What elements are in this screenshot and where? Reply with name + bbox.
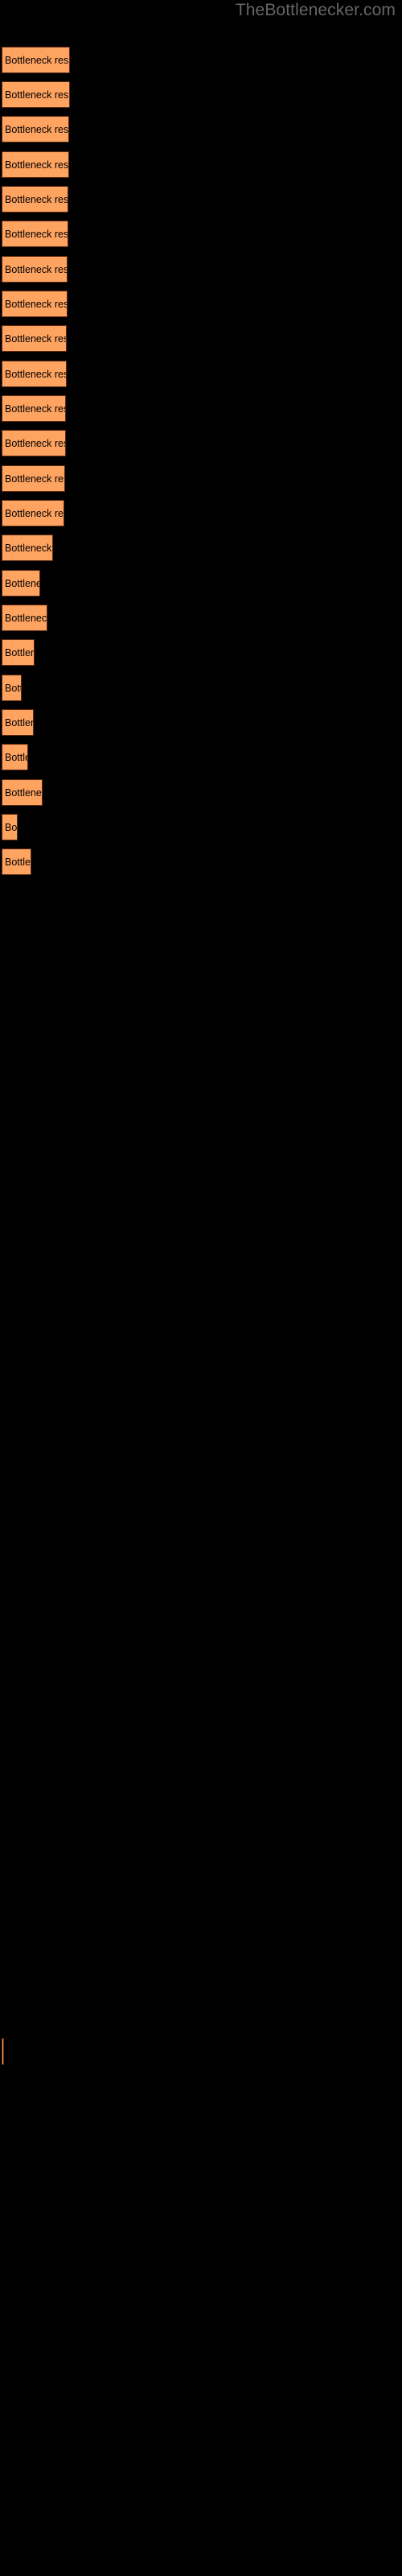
bar-12[interactable]: Bottleneck result — [2, 465, 65, 492]
bar-15[interactable]: Bottleneck result — [2, 570, 40, 597]
bar-label: Bottleneck result — [5, 402, 65, 415]
bar-label: Bottleneck result — [5, 228, 68, 240]
bar-label: Bottleneck result — [5, 856, 31, 868]
bar-label: Bottleneck result — [5, 54, 69, 66]
bar-14[interactable]: Bottleneck result — [2, 535, 53, 561]
bar-18[interactable]: Bottleneck result — [2, 675, 22, 701]
bar-13[interactable]: Bottleneck result — [2, 500, 64, 526]
bar-label: Bottleneck result — [5, 159, 69, 171]
bar-label: Bottleneck result — [5, 542, 52, 554]
bar-20[interactable]: Bottleneck result — [2, 744, 28, 770]
bar-2[interactable]: Bottleneck result — [2, 116, 69, 142]
bar-5[interactable]: Bottleneck result — [2, 221, 68, 247]
bar-label: Bottleneck result — [5, 193, 68, 205]
bar-label: Bottleneck result — [5, 612, 47, 624]
bar-label: Bottleneck result — [5, 298, 68, 310]
bar-label: Bottleneck result — [5, 577, 39, 589]
bar-16[interactable]: Bottleneck result — [2, 605, 47, 631]
bar-label: Bottleneck result — [5, 682, 21, 694]
bar-label: Bottleneck result — [5, 332, 66, 345]
bar-label: Bottleneck result — [5, 263, 68, 275]
bar-10[interactable]: Bottleneck result — [2, 395, 66, 422]
bar-label: Bottleneck result — [5, 786, 42, 799]
bar-11[interactable]: Bottleneck result — [2, 430, 66, 456]
bottleneck-bar-chart: TheBottlenecker.com Bottleneck resultBot… — [0, 0, 402, 2576]
bar-label: Bottleneck result — [5, 89, 69, 101]
bar-label: Bottleneck result — [5, 751, 27, 763]
bar-label: Bottleneck result — [5, 507, 64, 519]
bar-3[interactable]: Bottleneck result — [2, 151, 69, 178]
bar-4[interactable]: Bottleneck result — [2, 186, 68, 213]
bar-24[interactable]: Bottleneck result — [2, 2038, 4, 2065]
bar-label: Bottleneck result — [5, 123, 69, 135]
bar-label: Bottleneck result — [5, 646, 34, 658]
bar-0[interactable]: Bottleneck result — [2, 47, 70, 73]
bar-17[interactable]: Bottleneck result — [2, 639, 35, 666]
bar-label: Bottleneck result — [5, 437, 65, 449]
bar-21[interactable]: Bottleneck result — [2, 779, 43, 806]
bar-19[interactable]: Bottleneck result — [2, 709, 34, 736]
bar-series: Bottleneck result Bottleneck result Bottle… — [0, 0, 402, 2576]
bar-label: Bottleneck result — [5, 821, 18, 833]
bar-1[interactable]: Bottleneck result — [2, 81, 70, 108]
bar-23[interactable]: Bottleneck result — [2, 848, 31, 875]
bar-9[interactable]: Bottleneck result — [2, 361, 67, 387]
bar-label: Bottleneck result — [5, 716, 33, 729]
bar-22[interactable]: Bottleneck result — [2, 814, 18, 840]
bar-label: Bottleneck result — [5, 368, 66, 380]
bar-7[interactable]: Bottleneck result — [2, 291, 68, 317]
bar-6[interactable]: Bottleneck result — [2, 256, 68, 283]
bar-8[interactable]: Bottleneck result — [2, 325, 67, 352]
bar-label: Bottleneck result — [5, 473, 64, 485]
